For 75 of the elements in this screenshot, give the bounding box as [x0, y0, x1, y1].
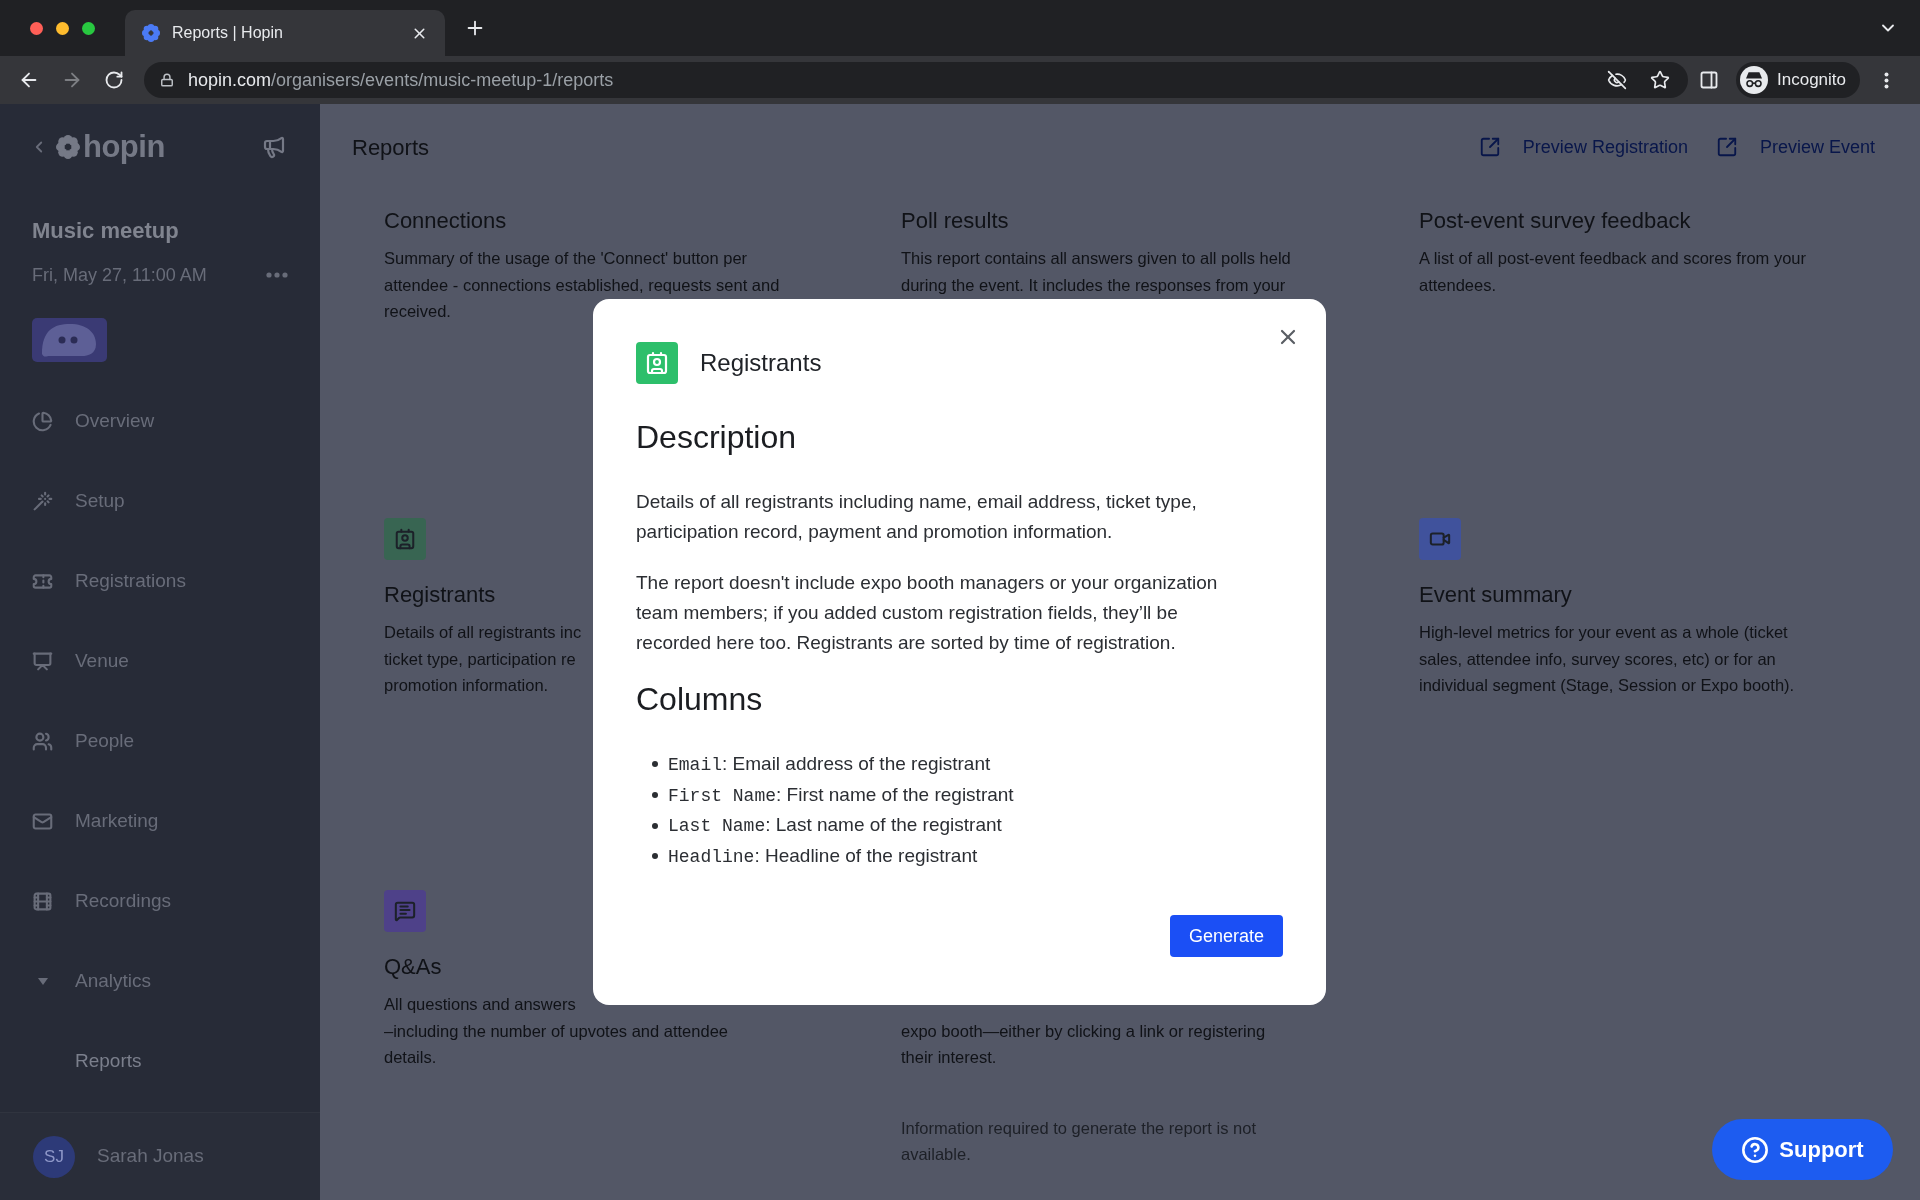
nav-item[interactable]: Venue [32, 646, 129, 676]
help-icon [1741, 1135, 1770, 1164]
eye-off-icon[interactable] [1607, 70, 1627, 90]
report-title: Post-event survey feedback [1419, 207, 1691, 235]
support-button[interactable]: Support [1712, 1119, 1893, 1180]
nav-item[interactable]: Analytics [32, 966, 152, 996]
user-avatar[interactable]: SJ [33, 1135, 75, 1178]
dialog-title: Registrants [700, 348, 822, 378]
film-icon [32, 890, 53, 912]
kebab-menu-icon[interactable] [1884, 71, 1889, 89]
bullet-icon [652, 761, 658, 768]
column-entry: First Name: First name of the registrant [668, 782, 1014, 808]
browser-tab[interactable]: Reports | Hopin [125, 10, 445, 56]
lock-icon [160, 73, 174, 87]
report-description: A list of all post-event feedback and scores from your attendees. [1419, 248, 1807, 296]
window-minimize-button[interactable] [56, 21, 69, 35]
preview-link[interactable]: Preview Event [1715, 133, 1875, 161]
wand-icon [32, 490, 53, 512]
petal-ring-icon [56, 135, 80, 159]
report-description: Details of all registrants inc ticket type, participation re promotion information. [384, 622, 582, 696]
description-paragraph: The report doesn't include expo booth managers or your organization team members; if you added custom registration fields, they’ll be recorded here too. Registrants are sorted by time of registration. [636, 571, 1219, 655]
window-close-button[interactable] [30, 21, 43, 35]
section-heading: Columns [636, 680, 764, 718]
column-entry: Email: Email address of the registrant [668, 751, 991, 777]
nav-item[interactable]: Registrations [32, 566, 186, 596]
report-title: Q&As [384, 953, 442, 981]
nav-item[interactable]: Reports [75, 1046, 142, 1076]
report-description: High-level metrics for your event as a whole (ticket sales, attendee info, survey scores, etc) or for an individual segment (Stage, Session or Expo booth). [1419, 622, 1795, 696]
address-bar[interactable]: hopin.com/organisers/events/music-meetup-1/reports [144, 62, 1688, 98]
user-name: Sarah Jonas [97, 1144, 204, 1169]
window-zoom-button[interactable] [82, 21, 95, 35]
external-link-icon [1478, 136, 1501, 158]
profile-button[interactable]: Incognito [1736, 62, 1860, 98]
people-icon [32, 730, 53, 752]
section-heading: Description [636, 418, 798, 456]
report-title: Registrants [384, 581, 496, 609]
bullet-icon [652, 822, 658, 829]
report-title: Event summary [1419, 581, 1572, 609]
report-description: expo booth—either by clicking a link or registering their interest. [901, 1020, 1266, 1068]
external-link-icon [1715, 136, 1738, 158]
report-title: Poll results [901, 207, 1009, 235]
more-icon[interactable] [266, 272, 288, 278]
ghost-thumbnail-icon [32, 318, 107, 362]
contact-card-icon [636, 342, 678, 384]
column-entry: Last Name: Last name of the registrant [668, 813, 1002, 839]
page-title: Reports [352, 133, 430, 162]
pie-chart-icon [32, 410, 53, 432]
nav-item[interactable]: People [32, 726, 135, 756]
report-description: This report contains all answers given to all polls held during the event. It includes the responses from your [901, 248, 1291, 296]
event-name: Music meetup [32, 217, 180, 245]
description-paragraph: Details of all registrants including name, email address, ticket type, participation record, payment and promotion information. [636, 490, 1198, 544]
report-description: Summary of the usage of the 'Connect' button per attendee - connections established, requests sent and received. [384, 248, 780, 322]
report-title: Connections [384, 207, 507, 235]
url-text: hopin.com/organisers/events/music-meetup-1/reports [188, 68, 614, 92]
event-date: Fri, May 27, 11:00 AM [32, 264, 207, 287]
envelope-icon [32, 810, 53, 832]
petal-ring-icon [142, 24, 160, 42]
logo-text: hopin [83, 129, 165, 165]
nav-item[interactable]: Setup [32, 486, 125, 516]
nav-item[interactable]: Recordings [32, 886, 172, 916]
megaphone-icon[interactable] [262, 135, 286, 159]
star-icon[interactable] [1650, 70, 1670, 90]
unavailable-note: Information required to generate the report is not available. [901, 1117, 1256, 1165]
side-panel-icon[interactable] [1699, 70, 1719, 90]
reload-icon[interactable] [104, 70, 124, 90]
bullet-icon [652, 792, 658, 799]
bullet-icon [652, 853, 658, 860]
nav-item[interactable]: Marketing [32, 806, 159, 836]
report-description: All questions and answers –including the number of upvotes and attendee details. [384, 994, 728, 1068]
nav-item[interactable]: Overview [32, 406, 155, 436]
preview-link[interactable]: Preview Registration [1478, 133, 1688, 161]
generate-button[interactable]: Generate [1169, 915, 1283, 957]
presentation-board-icon [32, 650, 53, 672]
column-entry: Headline: Headline of the registrant [668, 843, 978, 869]
incognito-icon [1740, 66, 1768, 94]
